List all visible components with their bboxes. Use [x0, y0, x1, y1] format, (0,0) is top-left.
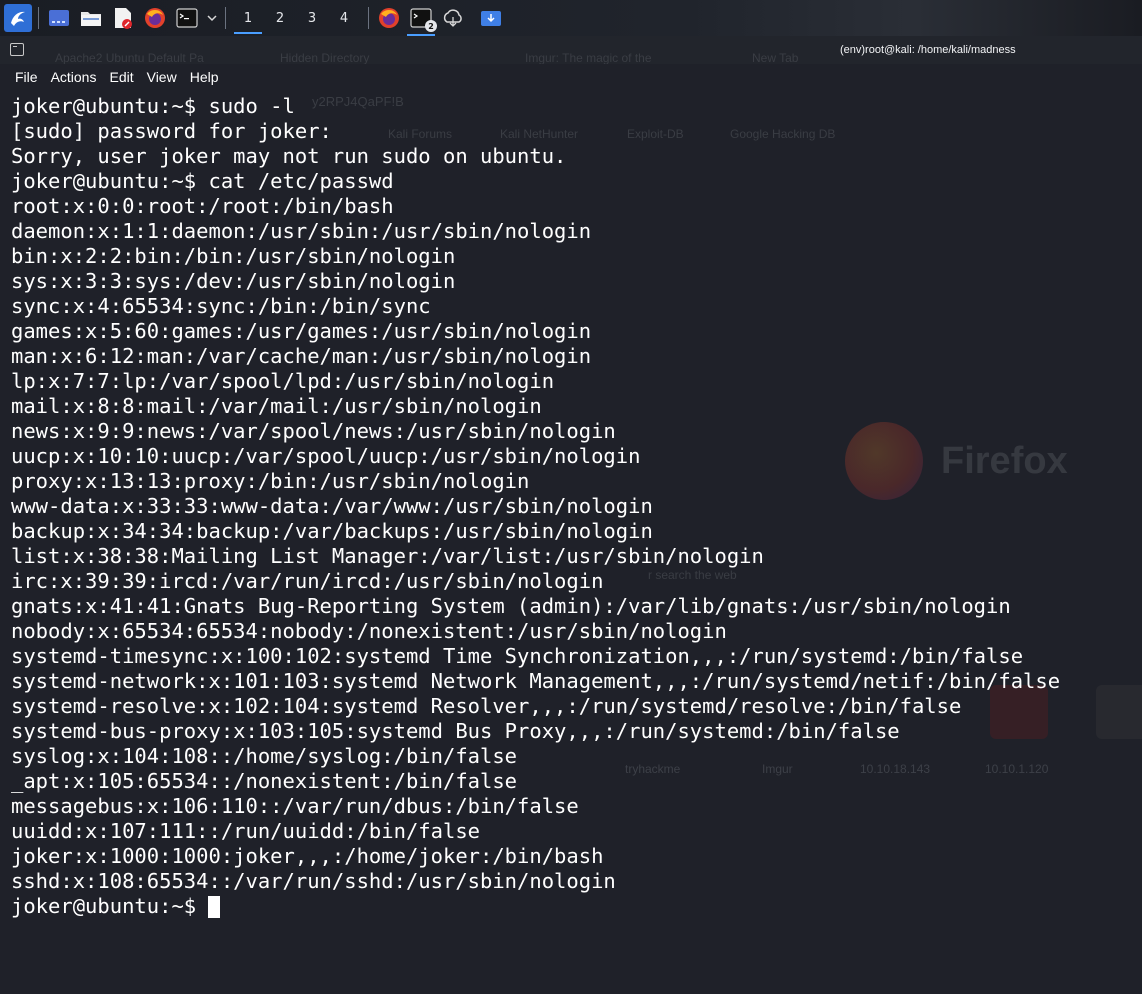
- cloud-icon[interactable]: [439, 4, 467, 32]
- terminal-line: Sorry, user joker may not run sudo on ub…: [11, 144, 567, 168]
- terminal-prompt: joker@ubuntu:~$: [11, 894, 197, 918]
- terminal-line: sys:x:3:3:sys:/dev:/usr/sbin/nologin: [11, 269, 456, 293]
- terminal-line: systemd-resolve:x:102:104:systemd Resolv…: [11, 694, 962, 718]
- workspace-4[interactable]: 4: [328, 0, 360, 36]
- terminal-window-icon[interactable]: 2: [407, 4, 437, 36]
- window-titlebar: Apache2 Ubuntu Default Pa Hidden Directo…: [0, 36, 1142, 65]
- terminal-line: systemd-bus-proxy:x:103:105:systemd Bus …: [11, 719, 900, 743]
- terminal-line: sshd:x:108:65534::/var/run/sshd:/usr/sbi…: [11, 869, 616, 893]
- kali-dragon-icon[interactable]: [4, 4, 32, 32]
- terminal-line: www-data:x:33:33:www-data:/var/www:/usr/…: [11, 494, 653, 518]
- terminal-prompt-line[interactable]: joker@ubuntu:~$: [11, 894, 1060, 919]
- chevron-down-icon[interactable]: [205, 4, 219, 32]
- taskbar-separator: [38, 7, 39, 29]
- terminal-line: root:x:0:0:root:/root:/bin/bash: [11, 194, 394, 218]
- background-tab: New Tab: [752, 51, 799, 65]
- taskbar-separator: [368, 7, 369, 29]
- terminal-line: irc:x:39:39:ircd:/var/run/ircd:/usr/sbin…: [11, 569, 604, 593]
- workspace-2[interactable]: 2: [264, 0, 296, 36]
- terminal-line: man:x:6:12:man:/var/cache/man:/usr/sbin/…: [11, 344, 592, 368]
- terminal-line: messagebus:x:106:110::/var/run/dbus:/bin…: [11, 794, 579, 818]
- terminal-line: daemon:x:1:1:daemon:/usr/sbin:/usr/sbin/…: [11, 219, 592, 243]
- terminal-line: systemd-timesync:x:100:102:systemd Time …: [11, 644, 1024, 668]
- terminal-lines: joker@ubuntu:~$ sudo -l [sudo] password …: [11, 94, 1060, 919]
- terminal-line: uuidd:x:107:111::/run/uuidd:/bin/false: [11, 819, 480, 843]
- terminal-line: uucp:x:10:10:uucp:/var/spool/uucp:/usr/s…: [11, 444, 641, 468]
- terminal-line: syslog:x:104:108::/home/syslog:/bin/fals…: [11, 744, 518, 768]
- firefox-window-icon[interactable]: [375, 4, 403, 32]
- terminal-line: systemd-network:x:101:103:systemd Networ…: [11, 669, 1061, 693]
- terminal-line: joker@ubuntu:~$ sudo -l: [11, 94, 295, 118]
- download-icon[interactable]: [477, 4, 505, 32]
- menu-file[interactable]: File: [15, 69, 38, 85]
- background-tab: Hidden Directory: [280, 51, 370, 65]
- terminal-count-badge: 2: [425, 20, 437, 32]
- workspace-3[interactable]: 3: [296, 0, 328, 36]
- menu-bar: File Actions Edit View Help: [0, 64, 1142, 90]
- menu-actions[interactable]: Actions: [51, 69, 97, 85]
- workspace-1[interactable]: 1: [232, 0, 264, 36]
- taskbar: 1 2 3 4 2: [0, 0, 1142, 36]
- terminal-line: _apt:x:105:65534::/nonexistent:/bin/fals…: [11, 769, 518, 793]
- window-title: (env)root@kali: /home/kali/madness: [840, 44, 1016, 56]
- desktop-icon[interactable]: [45, 4, 73, 32]
- text-editor-icon[interactable]: [109, 4, 137, 32]
- terminal-window-icon: [10, 43, 24, 56]
- menu-help[interactable]: Help: [190, 69, 219, 85]
- terminal-line: nobody:x:65534:65534:nobody:/nonexistent…: [11, 619, 727, 643]
- terminal-line: list:x:38:38:Mailing List Manager:/var/l…: [11, 544, 764, 568]
- terminal-icon[interactable]: [173, 4, 201, 32]
- menu-view[interactable]: View: [147, 69, 177, 85]
- terminal-line: lp:x:7:7:lp:/var/spool/lpd:/usr/sbin/nol…: [11, 369, 555, 393]
- terminal-line: backup:x:34:34:backup:/var/backups:/usr/…: [11, 519, 653, 543]
- taskbar-separator: [225, 7, 226, 29]
- menu-edit[interactable]: Edit: [109, 69, 133, 85]
- file-manager-icon[interactable]: [77, 4, 105, 32]
- terminal-cursor: [208, 895, 221, 918]
- terminal-output[interactable]: y2RPJ4QaPF!B Kali Forums Kali NetHunter …: [0, 90, 1142, 994]
- background-tab: Apache2 Ubuntu Default Pa: [55, 51, 204, 65]
- terminal-line: bin:x:2:2:bin:/bin:/usr/sbin/nologin: [11, 244, 456, 268]
- background-tab: Imgur: The magic of the: [525, 51, 652, 65]
- terminal-line: games:x:5:60:games:/usr/games:/usr/sbin/…: [11, 319, 592, 343]
- terminal-line: proxy:x:13:13:proxy:/bin:/usr/sbin/nolog…: [11, 469, 530, 493]
- firefox-icon[interactable]: [141, 4, 169, 32]
- terminal-line: [sudo] password for joker:: [11, 119, 332, 143]
- terminal-line: gnats:x:41:41:Gnats Bug-Reporting System…: [11, 594, 1011, 618]
- terminal-line: sync:x:4:65534:sync:/bin:/bin/sync: [11, 294, 431, 318]
- terminal-line: joker:x:1000:1000:joker,,,:/home/joker:/…: [11, 844, 604, 868]
- terminal-line: mail:x:8:8:mail:/var/mail:/usr/sbin/nolo…: [11, 394, 542, 418]
- background-tile: [1096, 685, 1142, 739]
- terminal-line: news:x:9:9:news:/var/spool/news:/usr/sbi…: [11, 419, 616, 443]
- terminal-line: joker@ubuntu:~$ cat /etc/passwd: [11, 169, 394, 193]
